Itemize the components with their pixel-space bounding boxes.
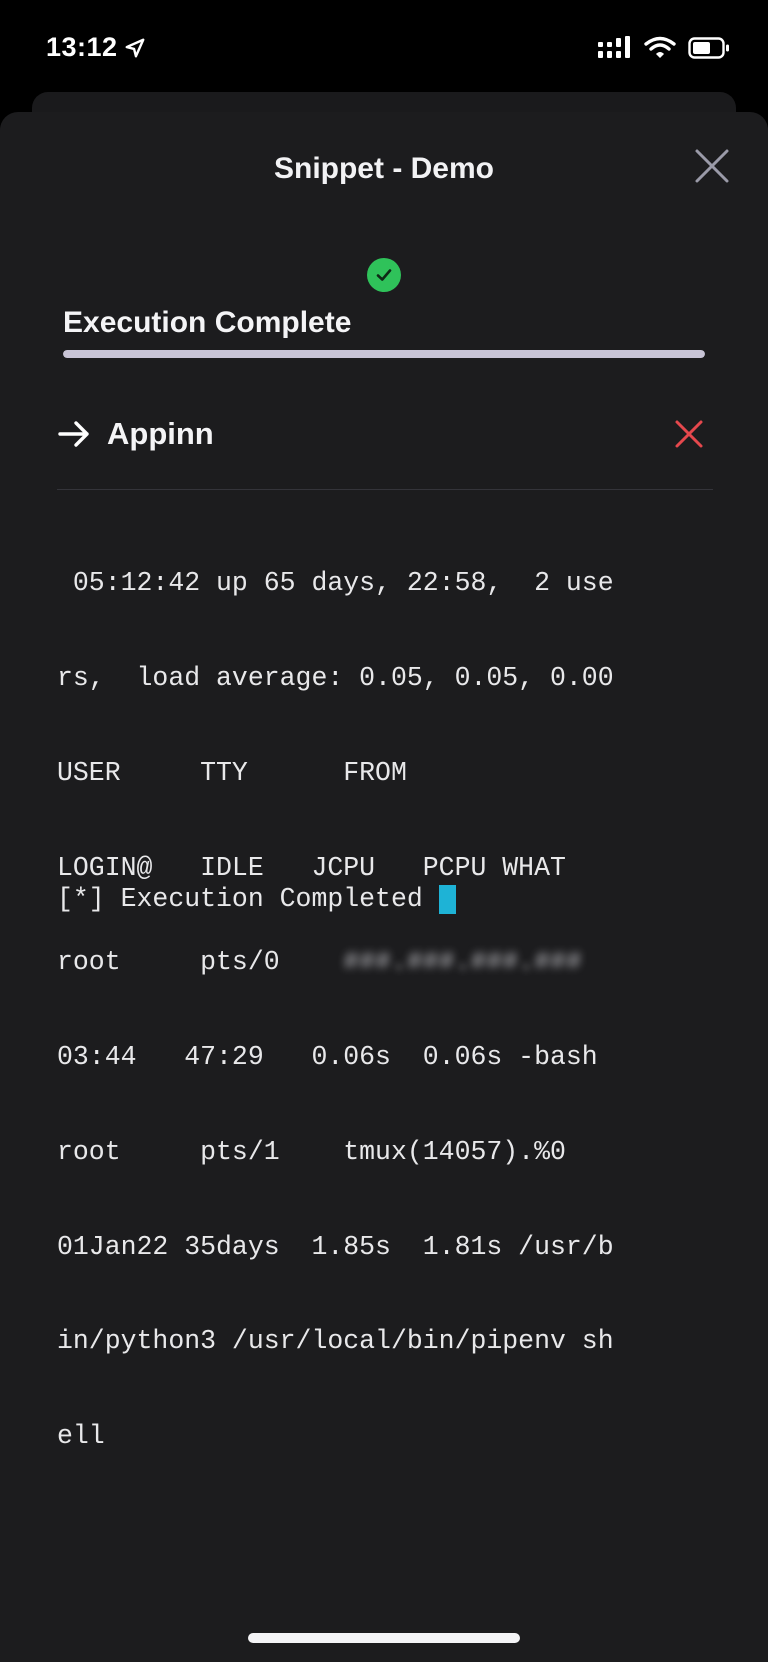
arrow-right-icon xyxy=(58,421,89,447)
host-name: Appinn xyxy=(107,416,214,451)
status-time: 13:12 xyxy=(46,32,146,63)
check-circle-icon xyxy=(376,269,392,281)
location-arrow-icon xyxy=(125,38,145,57)
host-row: Appinn xyxy=(57,412,713,456)
host-divider xyxy=(57,489,713,490)
terminal-line: 05:12:42 up 65 days, 22:58, 2 use xyxy=(57,568,614,599)
snippet-sheet: Snippet - Demo Execution Complete Appinn… xyxy=(0,112,768,1662)
cellular-signal-icon xyxy=(598,36,630,58)
redacted-address: ###.###.###.### xyxy=(343,947,582,978)
execution-title: Execution Complete xyxy=(63,306,352,339)
sheet-title: Snippet - Demo xyxy=(273,152,494,185)
execution-result-text: [*] Execution Completed xyxy=(57,884,423,914)
close-button[interactable] xyxy=(692,146,732,186)
execution-progress-fill xyxy=(63,350,705,358)
terminal-output: 05:12:42 up 65 days, 22:58, 2 use rs, lo… xyxy=(57,505,717,1516)
terminal-line: root pts/1 tmux(14057).%0 xyxy=(57,1136,566,1167)
terminal-line-text: root pts/0 xyxy=(57,947,344,978)
battery-icon xyxy=(688,37,729,59)
terminal-line: LOGIN@ IDLE JCPU PCPU WHAT xyxy=(57,852,566,883)
status-bar: 13:12 xyxy=(0,0,768,100)
terminal-line: 03:44 47:29 0.06s 0.06s -bash xyxy=(57,1042,598,1073)
terminal-cursor xyxy=(438,885,456,915)
terminal-line: USER TTY FROM xyxy=(57,757,407,788)
home-indicator[interactable] xyxy=(248,1633,520,1643)
terminal-line: rs, load average: 0.05, 0.05, 0.00 xyxy=(57,662,614,693)
execution-result: [*] Execution Completed xyxy=(57,884,456,916)
terminal-line: 01Jan22 35days 1.85s 1.81s /usr/b xyxy=(57,1231,614,1262)
close-icon xyxy=(675,420,703,448)
terminal-line: ell xyxy=(57,1421,105,1452)
terminal-line: root pts/0 ###.###.###.### xyxy=(57,947,717,979)
remove-host-button[interactable] xyxy=(673,418,705,450)
execution-status-badge xyxy=(367,258,401,292)
close-icon xyxy=(695,149,729,183)
clock-text: 13:12 xyxy=(46,32,118,62)
status-icons xyxy=(598,36,730,60)
execution-progress-bar xyxy=(63,350,705,358)
terminal-line: in/python3 /usr/local/bin/pipenv sh xyxy=(57,1326,614,1357)
wifi-icon xyxy=(644,36,676,58)
